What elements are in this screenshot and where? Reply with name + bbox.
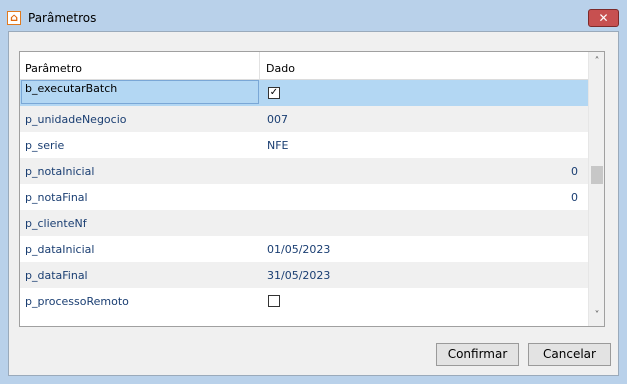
param-value[interactable]: NFE: [267, 139, 289, 152]
column-divider[interactable]: [259, 52, 260, 79]
table-row[interactable]: p_serie NFE: [20, 132, 588, 158]
table-row[interactable]: p_processoRemoto: [20, 288, 588, 314]
param-name: b_executarBatch: [25, 82, 118, 95]
parametros-dialog: ⌂ Parâmetros ✕ Parâmetro Dado b_executar…: [0, 0, 627, 384]
dialog-body: Parâmetro Dado b_executarBatch ✓ p_unida…: [8, 31, 619, 376]
scroll-thumb[interactable]: [591, 166, 603, 184]
table-row[interactable]: p_notaFinal 0: [20, 184, 588, 210]
column-header-dado[interactable]: Dado: [266, 62, 295, 75]
cancel-button[interactable]: Cancelar: [528, 343, 611, 366]
table-row[interactable]: p_dataInicial 01/05/2023: [20, 236, 588, 262]
scroll-down-arrow-icon[interactable]: ˅: [589, 308, 604, 324]
param-value[interactable]: 0: [571, 191, 578, 204]
param-value[interactable]: 01/05/2023: [267, 243, 330, 256]
table-row[interactable]: p_unidadeNegocio 007: [20, 106, 588, 132]
param-name: p_dataInicial: [25, 243, 95, 256]
window-title: Parâmetros: [28, 11, 97, 25]
param-name: p_dataFinal: [25, 269, 88, 282]
table-row[interactable]: p_clienteNf: [20, 210, 588, 236]
param-value[interactable]: 0: [571, 165, 578, 178]
table-row[interactable]: p_dataFinal 31/05/2023: [20, 262, 588, 288]
app-logo-icon: ⌂: [7, 11, 21, 25]
param-value[interactable]: 007: [267, 113, 288, 126]
parameters-grid: Parâmetro Dado b_executarBatch ✓ p_unida…: [19, 51, 605, 327]
param-name: p_notaInicial: [25, 165, 95, 178]
param-name: p_unidadeNegocio: [25, 113, 127, 126]
vertical-scrollbar[interactable]: ˄ ˅: [588, 52, 604, 326]
close-button[interactable]: ✕: [588, 9, 619, 27]
column-header-parametro[interactable]: Parâmetro: [25, 62, 82, 75]
param-name: p_clienteNf: [25, 217, 87, 230]
param-name: p_notaFinal: [25, 191, 88, 204]
param-name: p_serie: [25, 139, 65, 152]
confirm-button[interactable]: Confirmar: [436, 343, 519, 366]
param-name: p_processoRemoto: [25, 295, 129, 308]
grid-header: Parâmetro Dado: [20, 52, 588, 80]
table-row[interactable]: p_notaInicial 0: [20, 158, 588, 184]
executar-batch-checkbox[interactable]: ✓: [268, 87, 280, 99]
param-value[interactable]: 31/05/2023: [267, 269, 330, 282]
table-row[interactable]: b_executarBatch ✓: [20, 80, 588, 106]
scroll-up-arrow-icon[interactable]: ˄: [589, 54, 604, 70]
processo-remoto-checkbox[interactable]: [268, 295, 280, 307]
title-bar[interactable]: ⌂ Parâmetros ✕: [0, 0, 627, 30]
